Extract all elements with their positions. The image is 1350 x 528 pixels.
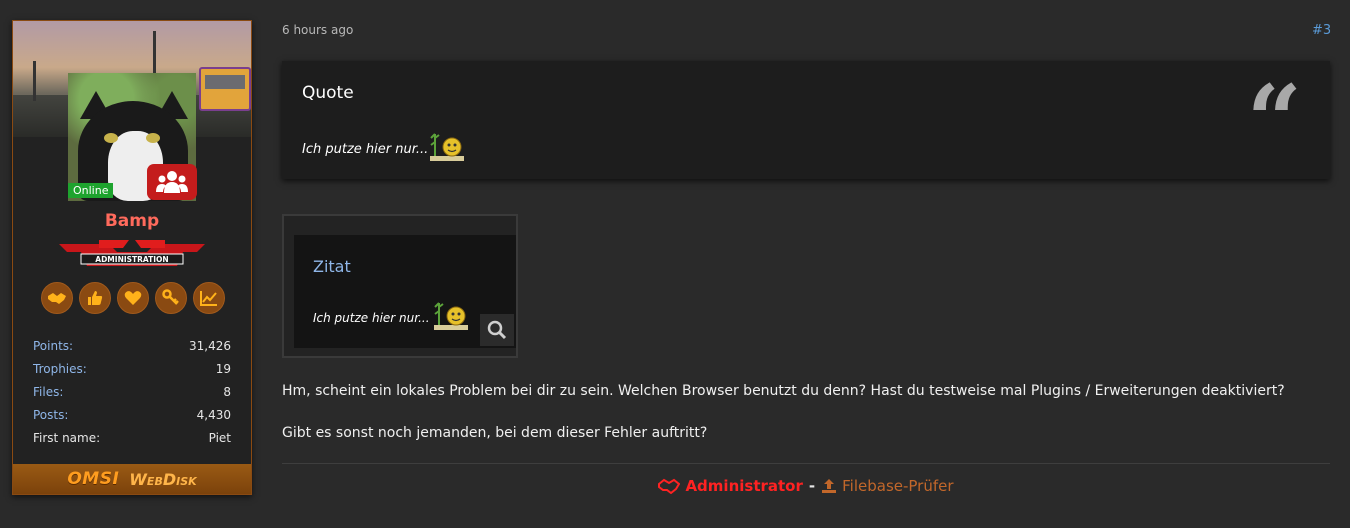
stat-row-posts: Posts: 4,430	[33, 403, 231, 426]
stat-row-points: Points: 31,426	[33, 334, 231, 357]
post-paragraph: Gibt es sonst noch jemanden, bei dem die…	[282, 425, 708, 441]
quote-marks-icon: “	[1246, 64, 1302, 177]
cleaning-smiley-icon	[433, 301, 468, 334]
chart-line-icon[interactable]	[193, 282, 225, 314]
handshake-icon[interactable]	[41, 282, 73, 314]
stat-label[interactable]: Points:	[33, 339, 73, 353]
webdisk-logo-text: WebDisk	[129, 469, 197, 489]
upload-icon	[822, 479, 837, 493]
rank-banner-text: ADMINISTRATION	[95, 255, 168, 264]
quote-text: Ich putze hier nur...	[302, 141, 429, 157]
stat-row-first-name: First name: Piet	[33, 426, 231, 449]
stat-value: 4,430	[196, 407, 231, 422]
key-icon[interactable]	[155, 282, 187, 314]
handshake-icon	[658, 478, 681, 494]
user-stats: Points: 31,426 Trophies: 19 Files: 8 Posts:…	[33, 334, 231, 449]
attachment-image: Zitat Ich putze hier nur...	[294, 235, 516, 348]
role-administrator: Administrator	[658, 477, 803, 495]
post-time[interactable]: 6 hours ago	[282, 23, 353, 37]
quote-title: Quote	[302, 83, 354, 103]
post-paragraph: Hm, scheint ein lokales Problem bei dir …	[282, 383, 1285, 399]
rank-banner: ADMINISTRATION	[59, 240, 205, 270]
attachment-thumbnail[interactable]: Zitat Ich putze hier nur...	[282, 214, 518, 358]
heart-icon[interactable]	[117, 282, 149, 314]
quote-block: Quote Ich putze hier nur... “	[282, 61, 1330, 179]
magnifier-icon	[487, 320, 507, 340]
role-filebase-label: Filebase-Prüfer	[842, 477, 954, 495]
username[interactable]: Bamp	[13, 211, 251, 231]
cleaning-smiley-icon	[430, 132, 465, 166]
stat-value: Piet	[208, 430, 231, 445]
stat-value: 8	[223, 384, 231, 399]
group-icon	[147, 164, 197, 200]
role-separator: -	[808, 477, 816, 495]
trophy-list	[41, 282, 225, 314]
divider	[282, 463, 1330, 464]
stat-value: 19	[215, 361, 231, 376]
attachment-quote-text-row: Ich putze hier nur...	[313, 301, 468, 334]
zoom-button[interactable]	[480, 314, 514, 346]
stat-value: 31,426	[189, 338, 231, 353]
user-sidebar: Online Bamp ADMINISTRATION Points: 31,42…	[12, 20, 252, 495]
attachment-quote-text: Ich putze hier nur...	[313, 310, 430, 325]
stat-label[interactable]: Files:	[33, 385, 63, 399]
stat-row-files: Files: 8	[33, 380, 231, 403]
role-administrator-label: Administrator	[685, 477, 803, 495]
omsi-logo-text: OMSI	[67, 469, 120, 489]
attachment-quote-title: Zitat	[313, 257, 351, 276]
stat-label[interactable]: Trophies:	[33, 362, 87, 376]
post-number-link[interactable]: #3	[1312, 23, 1331, 38]
role-filebase: Filebase-Prüfer	[821, 477, 954, 495]
omsi-webdisk-banner[interactable]: OMSI WebDisk	[13, 464, 251, 494]
online-status-badge: Online	[68, 183, 114, 198]
stat-label[interactable]: Posts:	[33, 408, 68, 422]
stat-label: First name:	[33, 430, 101, 445]
stat-row-trophies: Trophies: 19	[33, 357, 231, 380]
thumbs-up-icon[interactable]	[79, 282, 111, 314]
user-roles: Administrator - Filebase-Prüfer	[282, 477, 1330, 495]
quote-text-row: Ich putze hier nur...	[302, 132, 465, 166]
